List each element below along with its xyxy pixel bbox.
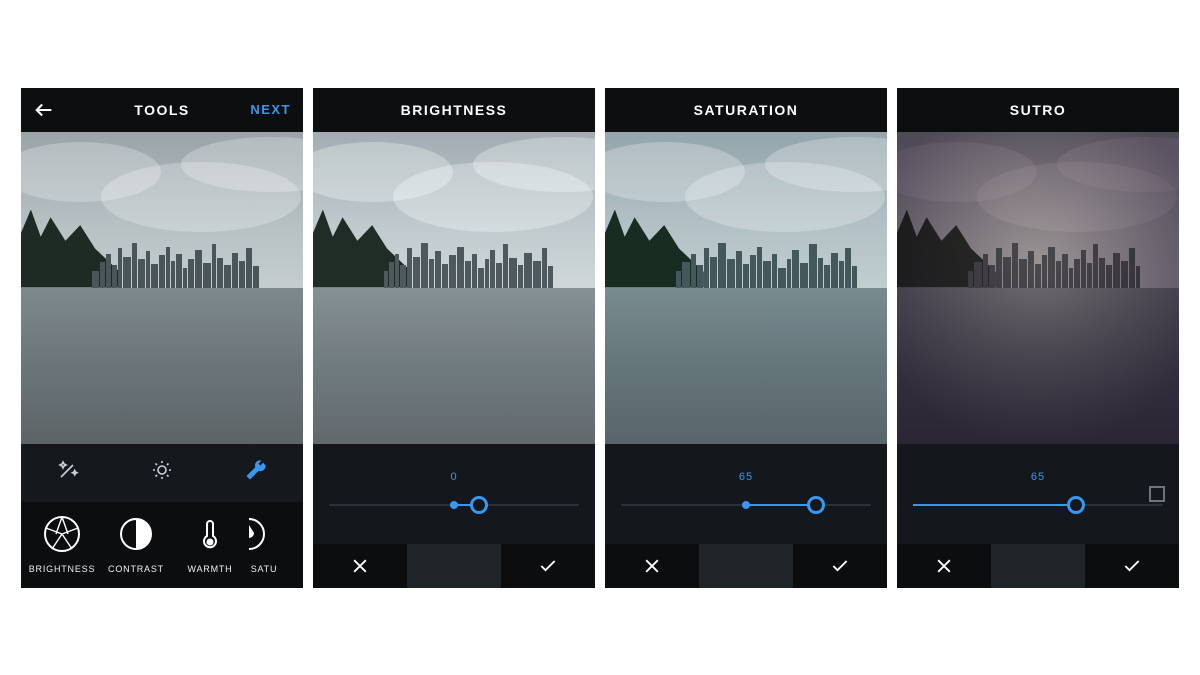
image-preview[interactable] xyxy=(21,132,303,444)
tool-saturation-partial[interactable]: SATU xyxy=(249,510,279,574)
slider-value: 0 xyxy=(450,471,457,483)
image-preview[interactable] xyxy=(313,132,595,444)
header-title: SATURATION xyxy=(657,102,835,118)
action-bar xyxy=(897,544,1179,588)
close-icon xyxy=(934,556,954,576)
tool-label: BRIGHTNESS xyxy=(29,564,96,574)
slider-panel: 65 xyxy=(605,444,887,544)
tool-label: SATU xyxy=(251,564,278,574)
tool-label: CONTRAST xyxy=(108,564,164,574)
slider-panel: 0 xyxy=(313,444,595,544)
border-toggle[interactable] xyxy=(1149,486,1165,502)
image-preview[interactable] xyxy=(605,132,887,444)
header: TOOLS NEXT xyxy=(21,88,303,132)
magic-wand-icon xyxy=(56,458,80,482)
tab-auto-enhance[interactable] xyxy=(150,458,174,487)
tool-strip[interactable]: BRIGHTNESS CONTRAST WARMTH SATU xyxy=(21,502,303,588)
slider-thumb[interactable] xyxy=(807,496,825,514)
next-button[interactable]: NEXT xyxy=(251,102,291,117)
slider-value: 65 xyxy=(739,471,753,483)
close-icon xyxy=(642,556,662,576)
slider-thumb[interactable] xyxy=(470,496,488,514)
tool-contrast[interactable]: CONTRAST xyxy=(101,510,171,574)
saturation-slider[interactable] xyxy=(621,493,871,517)
action-bar xyxy=(605,544,887,588)
screen-sutro: SUTRO 65 xyxy=(897,88,1179,588)
image-preview[interactable] xyxy=(897,132,1179,444)
header: SATURATION xyxy=(605,88,887,132)
wrench-icon xyxy=(244,458,268,482)
header: SUTRO xyxy=(897,88,1179,132)
brightness-slider[interactable] xyxy=(329,493,579,517)
action-bar xyxy=(313,544,595,588)
tab-magic-wand[interactable] xyxy=(56,458,80,487)
aperture-icon xyxy=(42,514,82,554)
screen-tools: TOOLS NEXT BRIGHTNESS CONTRAST WARM xyxy=(21,88,303,588)
screen-saturation: SATURATION 65 xyxy=(605,88,887,588)
cancel-button[interactable] xyxy=(313,544,407,588)
header-title: SUTRO xyxy=(949,102,1127,118)
slider-thumb[interactable] xyxy=(1067,496,1085,514)
toolbar-tabs xyxy=(21,444,303,502)
confirm-button[interactable] xyxy=(793,544,887,588)
sun-adjust-icon xyxy=(150,458,174,482)
header-title: TOOLS xyxy=(73,102,251,118)
tool-label: WARMTH xyxy=(188,564,233,574)
cancel-button[interactable] xyxy=(897,544,991,588)
check-icon xyxy=(538,556,558,576)
arrow-left-icon xyxy=(33,99,55,121)
slider-center-dot xyxy=(450,501,458,509)
contrast-icon xyxy=(119,517,153,551)
filter-strength-slider[interactable] xyxy=(913,493,1163,517)
confirm-button[interactable] xyxy=(1085,544,1179,588)
header: BRIGHTNESS xyxy=(313,88,595,132)
cancel-button[interactable] xyxy=(605,544,699,588)
tool-warmth[interactable]: WARMTH xyxy=(175,510,245,574)
slider-value: 65 xyxy=(1031,471,1045,483)
slider-panel: 65 xyxy=(897,444,1179,544)
header-title: BRIGHTNESS xyxy=(365,102,543,118)
tool-brightness[interactable]: BRIGHTNESS xyxy=(27,510,97,574)
check-icon xyxy=(1122,556,1142,576)
check-icon xyxy=(830,556,850,576)
tab-tools[interactable] xyxy=(244,458,268,487)
back-button[interactable] xyxy=(33,99,73,121)
confirm-button[interactable] xyxy=(501,544,595,588)
screen-brightness: BRIGHTNESS 0 xyxy=(313,88,595,588)
close-icon xyxy=(350,556,370,576)
slider-center-dot xyxy=(742,501,750,509)
droplet-icon xyxy=(249,517,266,551)
thermometer-icon xyxy=(193,517,227,551)
